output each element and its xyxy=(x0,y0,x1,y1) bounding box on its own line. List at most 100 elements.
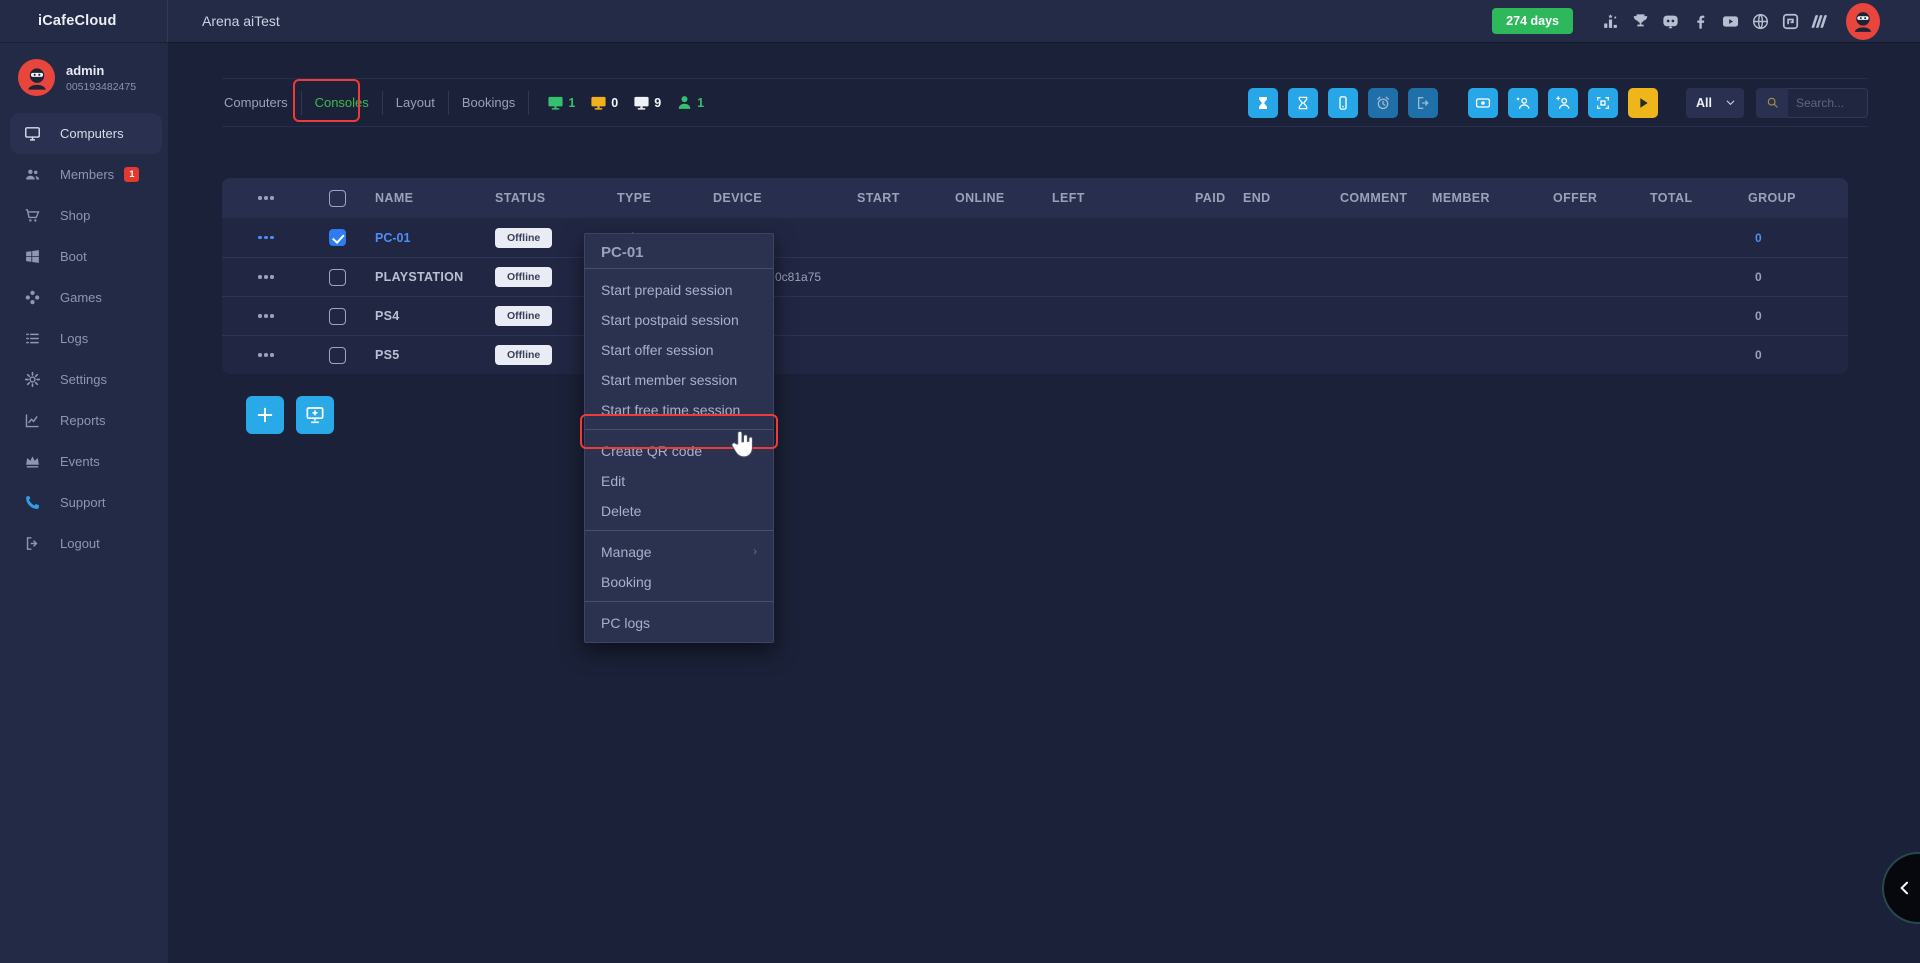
sidebar-item-members[interactable]: Members1 xyxy=(0,154,168,195)
globe-icon[interactable] xyxy=(1751,12,1770,31)
menu-item-label: PC logs xyxy=(601,615,650,631)
row-checkbox[interactable] xyxy=(329,269,346,286)
table-row-pc-01[interactable]: PC-01OfflineOther0 xyxy=(222,218,1848,257)
row-checkbox[interactable] xyxy=(329,308,346,325)
members-count-badge: 1 xyxy=(124,167,139,182)
search-button[interactable] xyxy=(1756,88,1788,118)
row-checkbox[interactable] xyxy=(329,190,346,207)
console-name-link[interactable]: PC-01 xyxy=(375,231,410,245)
row-menu-dots[interactable] xyxy=(254,347,278,363)
sidebar-user-text: admin 005193482475 xyxy=(66,63,136,93)
add-device-button[interactable] xyxy=(296,396,334,434)
menu-item-edit[interactable]: Edit xyxy=(585,466,773,496)
sidebar-item-settings[interactable]: Settings xyxy=(0,359,168,400)
list-icon xyxy=(24,330,41,347)
layers-icon[interactable] xyxy=(1811,12,1830,31)
hourglass-button[interactable] xyxy=(1288,88,1318,118)
cash-button[interactable] xyxy=(1468,88,1498,118)
menu-item-label: Start member session xyxy=(601,372,737,388)
facebook-icon[interactable] xyxy=(1691,12,1710,31)
group-count: 0 xyxy=(1748,270,1762,284)
tab-bookings[interactable]: Bookings xyxy=(449,95,528,110)
sidebar-item-boot[interactable]: Boot xyxy=(0,236,168,277)
sidebar: admin 005193482475 ComputersMembers1Shop… xyxy=(0,42,168,963)
row-menu-cell xyxy=(254,347,278,363)
tab-layout[interactable]: Layout xyxy=(383,95,448,110)
group-count: 0 xyxy=(1748,309,1762,323)
monitor-solid-icon xyxy=(590,94,607,111)
sidebar-item-label: Reports xyxy=(60,413,106,428)
user-avatar[interactable] xyxy=(1846,3,1880,40)
hamburger-menu-icon[interactable] xyxy=(131,14,148,28)
sidebar-item-logout[interactable]: Logout xyxy=(0,523,168,564)
side-panel-toggle[interactable] xyxy=(1882,852,1920,924)
column-header-COMMENT: COMMENT xyxy=(1320,191,1420,205)
sidebar-item-label: Events xyxy=(60,454,100,469)
column-header-NAME: NAME xyxy=(365,191,485,205)
type-filter-select[interactable]: All xyxy=(1686,88,1744,118)
menu-item-delete[interactable]: Delete xyxy=(585,496,773,526)
row-menu-dots[interactable] xyxy=(254,308,278,324)
column-header-OFFER: OFFER xyxy=(1540,191,1640,205)
group-count[interactable]: 0 xyxy=(1748,231,1762,245)
menu-item-pc-logs[interactable]: PC logs xyxy=(585,608,773,638)
table-row-ps4[interactable]: PS4Offline0 xyxy=(222,296,1848,335)
person-icon xyxy=(676,94,693,111)
discord-icon[interactable] xyxy=(1661,12,1680,31)
row-checkbox[interactable] xyxy=(329,229,346,246)
status-badge: Offline xyxy=(495,345,552,365)
menu-item-start-prepaid-session[interactable]: Start prepaid session xyxy=(585,275,773,305)
row-menu-dots[interactable] xyxy=(254,269,278,285)
menu-item-start-offer-session[interactable]: Start offer session xyxy=(585,335,773,365)
menu-item-start-member-session[interactable]: Start member session xyxy=(585,365,773,395)
ranking-icon[interactable] xyxy=(1601,12,1620,31)
sidebar-item-computers[interactable]: Computers xyxy=(10,113,162,154)
row-menu-dots[interactable] xyxy=(254,230,278,246)
sidebar-user[interactable]: admin 005193482475 xyxy=(0,42,168,111)
menu-item-start-postpaid-session[interactable]: Start postpaid session xyxy=(585,305,773,335)
mobile-button[interactable] xyxy=(1328,88,1358,118)
hourglass-filled-button[interactable] xyxy=(1248,88,1278,118)
row-checkbox-cell xyxy=(329,347,346,364)
qr-scan-button[interactable] xyxy=(1588,88,1618,118)
trophy-icon[interactable] xyxy=(1631,12,1650,31)
menu-group: Manage›Booking xyxy=(585,531,773,601)
account-chevron-down-icon[interactable] xyxy=(1886,15,1898,27)
user-plus-button[interactable] xyxy=(1548,88,1578,118)
sidebar-nav: ComputersMembers1ShopBootGamesLogsSettin… xyxy=(0,113,168,564)
menu-item-label: Delete xyxy=(601,503,641,519)
search-input[interactable] xyxy=(1788,88,1868,118)
sidebar-item-reports[interactable]: Reports xyxy=(0,400,168,441)
user-star-button[interactable] xyxy=(1508,88,1538,118)
users-icon xyxy=(24,166,41,183)
menu-item-label: Start postpaid session xyxy=(601,312,739,328)
tab-computers[interactable]: Computers xyxy=(222,95,301,110)
status-counters: 1091 xyxy=(547,94,704,111)
exit-button[interactable] xyxy=(1408,88,1438,118)
context-menu-header: PC-01 xyxy=(585,234,773,268)
alarm-button[interactable] xyxy=(1368,88,1398,118)
tabs-toolbar-strip: ComputersConsolesLayoutBookings 1091 All xyxy=(222,78,1868,127)
mobile-icon xyxy=(1335,95,1351,111)
row-menu-dots[interactable] xyxy=(254,190,278,206)
table-row-playstation[interactable]: PLAYSTATIONOffline0c81a750 xyxy=(222,257,1848,296)
menu-item-booking[interactable]: Booking xyxy=(585,567,773,597)
console-group: 0 xyxy=(1720,270,1848,284)
table-row-ps5[interactable]: PS5Offline0 xyxy=(222,335,1848,374)
add-console-button[interactable] xyxy=(246,396,284,434)
sidebar-item-logs[interactable]: Logs xyxy=(0,318,168,359)
play-button[interactable] xyxy=(1628,88,1658,118)
column-header-TOTAL: TOTAL xyxy=(1640,191,1720,205)
row-checkbox[interactable] xyxy=(329,347,346,364)
icafe-icon[interactable] xyxy=(1781,12,1800,31)
menu-item-manage[interactable]: Manage› xyxy=(585,537,773,567)
console-name-text: PLAYSTATION xyxy=(375,270,464,284)
sidebar-item-events[interactable]: Events xyxy=(0,441,168,482)
sidebar-item-games[interactable]: Games xyxy=(0,277,168,318)
sidebar-item-shop[interactable]: Shop xyxy=(0,195,168,236)
console-name: PC-01 xyxy=(365,231,485,245)
sidebar-item-support[interactable]: Support xyxy=(0,482,168,523)
subscription-days-badge[interactable]: 274 days xyxy=(1492,8,1573,34)
youtube-icon[interactable] xyxy=(1721,12,1740,31)
play-icon xyxy=(1635,95,1651,111)
